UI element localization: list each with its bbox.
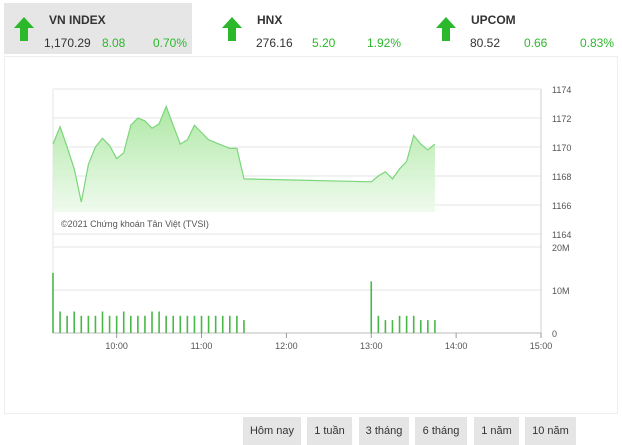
volume-bar	[194, 316, 196, 333]
tab-vn-index[interactable]: VN INDEX 1,170.29 8.08 0.70%	[4, 3, 192, 54]
time-tick-label: 15:00	[530, 341, 553, 351]
volume-bar	[172, 316, 174, 333]
volume-bar	[73, 312, 75, 334]
time-tick-label: 12:00	[275, 341, 298, 351]
time-tick-label: 14:00	[445, 341, 468, 351]
volume-bar	[144, 316, 146, 333]
volume-bar	[123, 312, 125, 334]
index-name: VN INDEX	[49, 13, 106, 27]
volume-bar	[66, 316, 68, 333]
period-button-today[interactable]: Hôm nay	[243, 417, 301, 445]
up-arrow-icon	[434, 16, 458, 42]
price-tick-label: 1166	[552, 201, 571, 211]
watermark-text: ©2021 Chứng khoán Tân Việt (TVSI)	[61, 219, 209, 229]
volume-bar	[208, 316, 210, 333]
volume-bar	[420, 320, 422, 333]
volume-bar	[378, 316, 380, 333]
index-percent: 0.70%	[153, 36, 187, 50]
index-change: 8.08	[102, 36, 125, 50]
period-button-10-years[interactable]: 10 năm	[525, 417, 576, 445]
volume-bar	[187, 316, 189, 333]
index-tabs: VN INDEX 1,170.29 8.08 0.70% HNX 276.16 …	[0, 0, 622, 54]
chart-panel: 1174 1172 1170 1168 1166 1164 20M 10M 0 10:00 11:0…	[4, 56, 618, 414]
volume-bar	[52, 273, 54, 333]
volume-bar	[427, 320, 429, 333]
volume-bar	[109, 316, 111, 333]
volume-bar	[88, 316, 90, 333]
volume-tick-label: 10M	[552, 286, 570, 296]
price-tick-label: 1164	[552, 230, 571, 240]
period-button-3-months[interactable]: 3 tháng	[359, 417, 409, 445]
tab-hnx[interactable]: HNX 276.16 5.20 1.92%	[212, 3, 408, 54]
price-tick-label: 1170	[552, 143, 571, 153]
period-button-1-year[interactable]: 1 năm	[474, 417, 519, 445]
volume-bar	[392, 320, 394, 333]
volume-bar	[434, 320, 436, 333]
period-button-1-week[interactable]: 1 tuần	[307, 417, 352, 445]
volume-bar	[130, 316, 132, 333]
volume-bar	[59, 312, 61, 334]
index-name: UPCOM	[471, 13, 516, 27]
volume-bar	[180, 316, 182, 333]
index-name: HNX	[257, 13, 282, 27]
tab-upcom[interactable]: UPCOM 80.52 0.66 0.83%	[426, 3, 622, 54]
intraday-chart: 1174 1172 1170 1168 1166 1164 20M 10M 0 10:00 11:0…	[5, 57, 617, 357]
index-percent: 0.83%	[580, 36, 614, 50]
price-tick-label: 1174	[552, 85, 571, 95]
volume-bar	[222, 316, 224, 333]
volume-bar	[95, 316, 97, 333]
volume-bar	[413, 316, 415, 333]
volume-bar	[201, 316, 203, 333]
price-tick-label: 1172	[552, 114, 571, 124]
time-tick-label: 10:00	[105, 341, 128, 351]
volume-bar	[406, 316, 408, 333]
volume-bar	[102, 312, 104, 334]
index-last: 276.16	[256, 36, 293, 50]
index-last: 1,170.29	[44, 36, 91, 50]
volume-bar	[399, 316, 401, 333]
volume-bar	[137, 316, 139, 333]
volume-bar	[165, 316, 167, 333]
volume-bar	[80, 316, 82, 333]
price-tick-label: 1168	[552, 172, 571, 182]
index-change: 0.66	[524, 36, 547, 50]
volume-tick-label: 0	[552, 329, 557, 339]
volume-bar	[236, 316, 238, 333]
volume-bar	[370, 281, 372, 333]
index-last: 80.52	[470, 36, 500, 50]
volume-tick-label: 20M	[552, 243, 570, 253]
time-tick-label: 11:00	[191, 341, 213, 351]
period-button-6-months[interactable]: 6 tháng	[415, 417, 467, 445]
index-percent: 1.92%	[367, 36, 401, 50]
volume-bar	[151, 312, 153, 334]
volume-bar	[229, 316, 231, 333]
volume-bar	[215, 316, 217, 333]
up-arrow-icon	[220, 16, 244, 42]
index-change: 5.20	[312, 36, 335, 50]
volume-bar	[385, 320, 387, 333]
volume-bar	[158, 312, 160, 334]
volume-bar	[243, 320, 245, 333]
time-tick-label: 13:00	[360, 341, 383, 351]
up-arrow-icon	[12, 16, 36, 42]
volume-bar	[116, 316, 118, 333]
price-area	[53, 106, 435, 212]
